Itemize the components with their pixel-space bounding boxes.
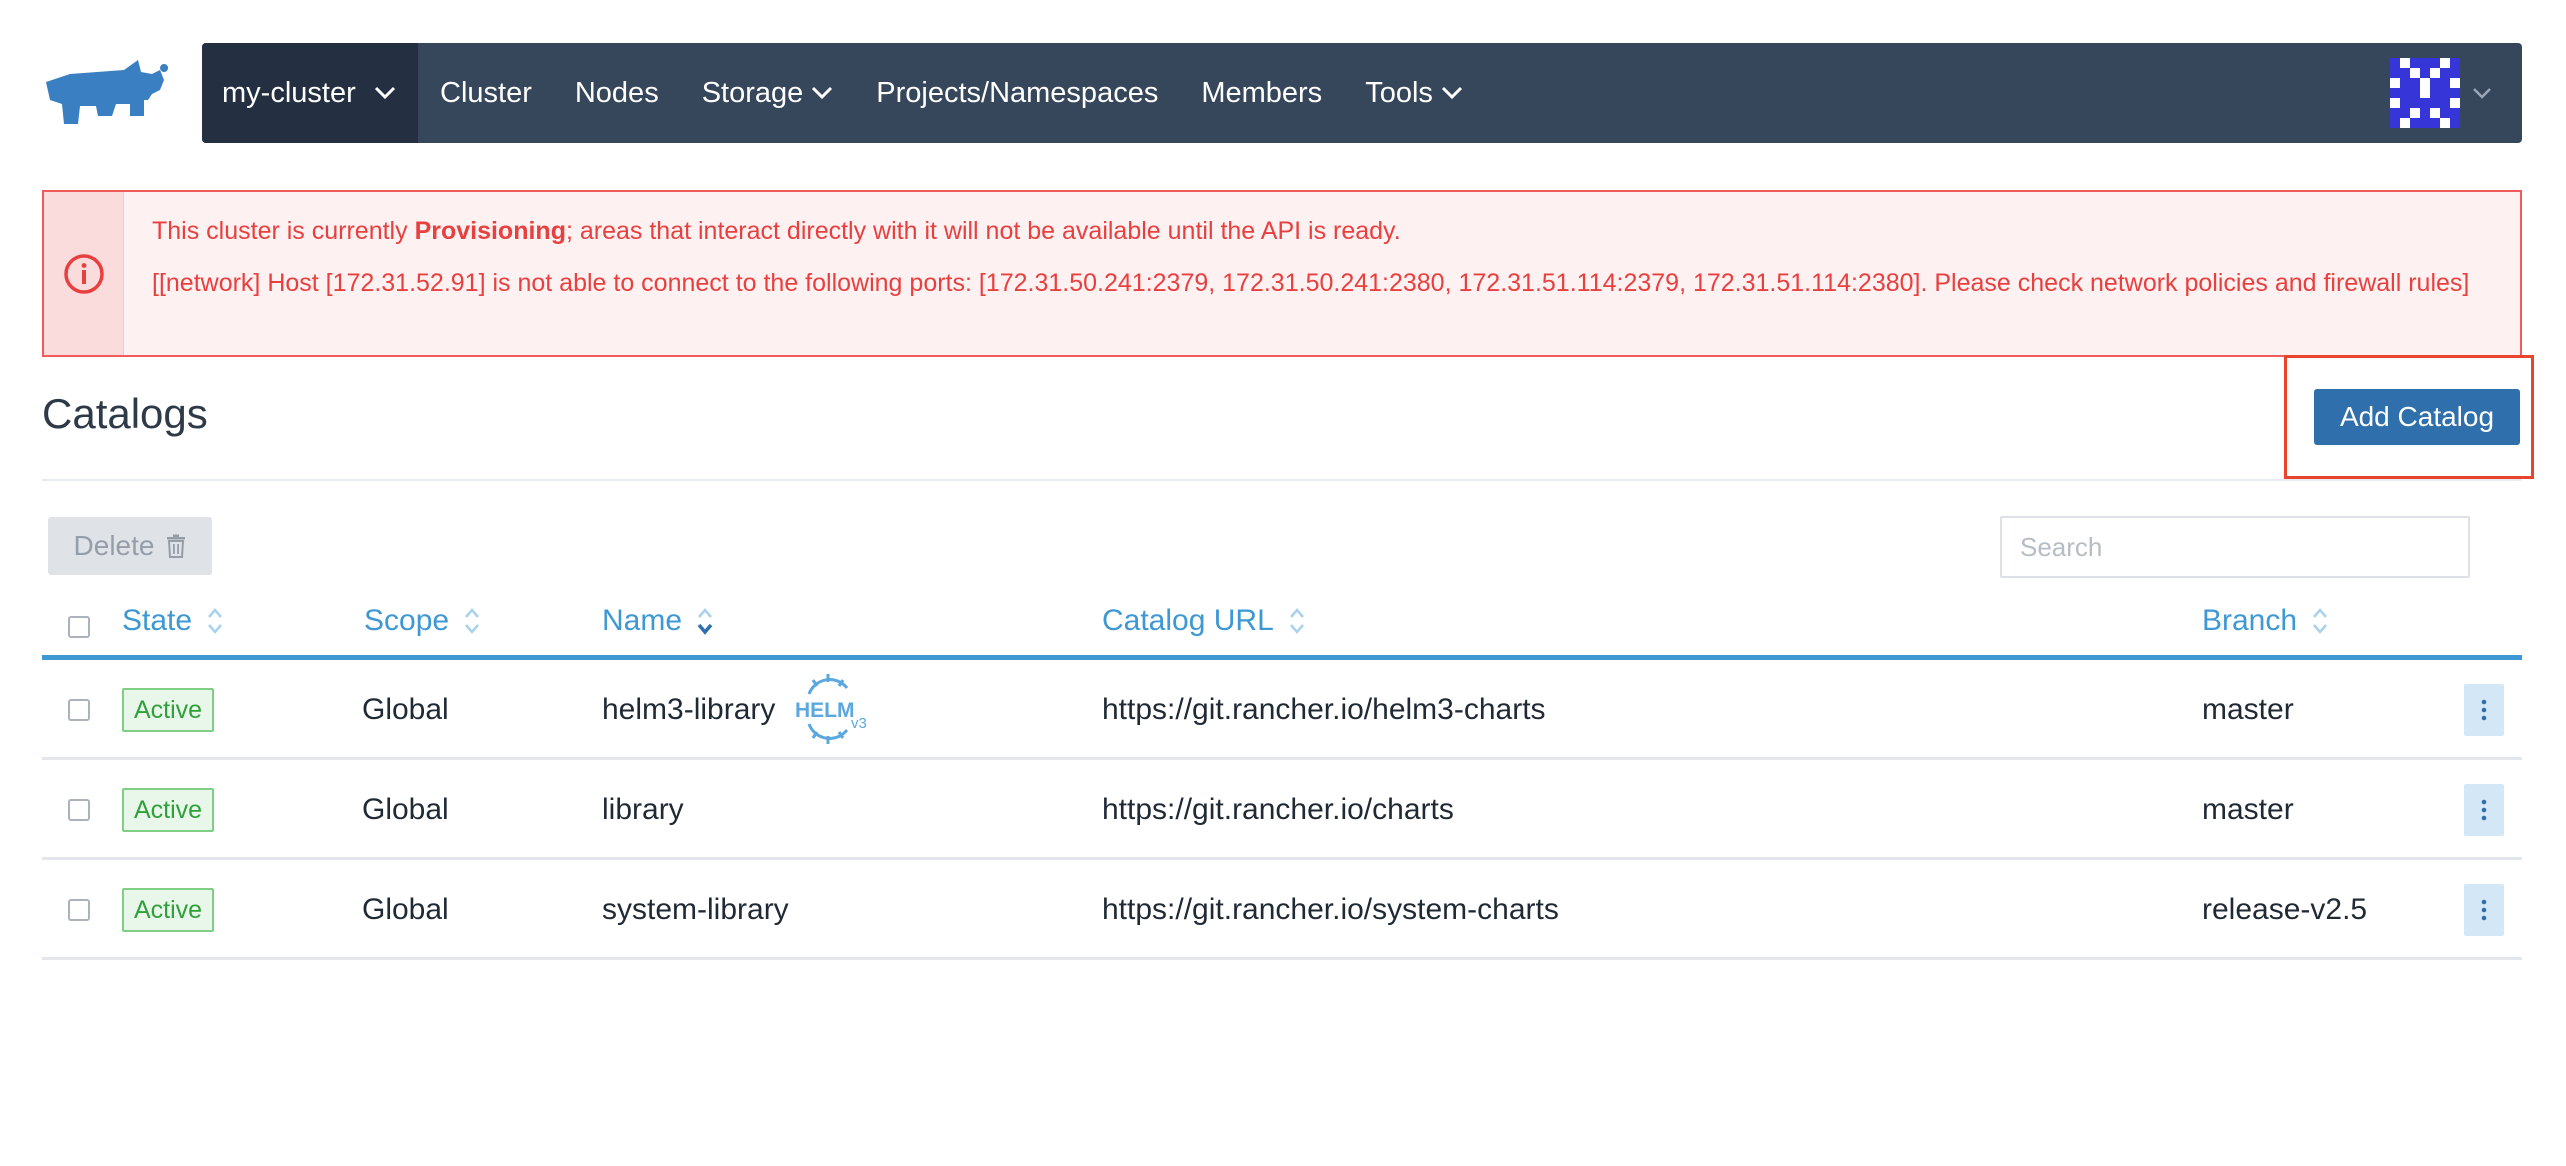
branch-cell: master (2202, 693, 2294, 726)
catalog-url-cell: https://git.rancher.io/system-charts (1102, 893, 1559, 926)
sort-icon (1289, 608, 1304, 634)
sort-icon (465, 608, 480, 634)
helm-version-text: v3 (851, 715, 867, 732)
kebab-menu-icon (2481, 699, 2487, 721)
nav-menu: Cluster Nodes Storage Projects/Namespace… (418, 43, 1506, 143)
alert-status-state: Provisioning (414, 217, 566, 245)
state-cell: Active (122, 860, 215, 960)
branch-cell: release-v2.5 (2202, 893, 2368, 926)
chevron-down-icon (2473, 88, 2491, 99)
row-checkbox[interactable] (68, 699, 90, 721)
scope-cell: Global (362, 893, 449, 926)
delete-button-label: Delete (73, 530, 155, 561)
kebab-menu-icon (2481, 799, 2487, 821)
row-checkbox[interactable] (68, 799, 90, 821)
info-circle-icon (63, 253, 104, 294)
column-header-label: Branch (2202, 604, 2298, 637)
catalog-name: library (602, 793, 684, 826)
page-title: Catalogs (42, 390, 208, 437)
sort-icon (2313, 608, 2328, 634)
alert-network-error: [[network] Host [172.31.52.91] is not ab… (152, 269, 2470, 297)
user-avatar-icon (2390, 58, 2460, 128)
row-checkbox-cell (68, 660, 90, 760)
catalog-url-cell: https://git.rancher.io/charts (1102, 793, 1454, 826)
nav-item-tools[interactable]: Tools (1365, 77, 1463, 110)
column-header-branch[interactable]: Branch (2202, 604, 2329, 638)
scope-cell: Global (362, 793, 449, 826)
top-navbar: my-cluster Cluster Nodes Storage Project… (202, 43, 2522, 143)
nav-item-nodes[interactable]: Nodes (575, 77, 659, 110)
helm-logo-icon: HELM v3 (795, 674, 867, 744)
nav-item-label: Members (1201, 76, 1323, 109)
cluster-name: my-cluster (222, 76, 356, 109)
sort-icon (208, 608, 223, 634)
alert-status-line: This cluster is currently Provisioning; … (152, 210, 2469, 254)
column-header-catalog-url[interactable]: Catalog URL (1102, 604, 1306, 638)
column-header-label: State (122, 604, 193, 637)
name-cell: system-library (602, 860, 789, 960)
table-row: Active Global library https://git.ranche… (42, 760, 2522, 860)
catalog-url-cell: https://git.rancher.io/helm3-charts (1102, 693, 1546, 726)
nav-item-projects-namespaces[interactable]: Projects/Namespaces (876, 77, 1158, 110)
divider (42, 479, 2522, 481)
column-header-label: Catalog URL (1102, 604, 1274, 637)
status-badge: Active (122, 888, 215, 932)
table-row: Active Global system-library https://git… (42, 860, 2522, 960)
sort-descending-icon (697, 608, 713, 635)
column-header-state[interactable]: State (122, 604, 224, 638)
state-cell: Active (122, 660, 215, 760)
row-checkbox-cell (68, 760, 90, 860)
row-checkbox-cell (68, 860, 90, 960)
name-cell: helm3-library HELM v3 (602, 660, 875, 760)
alert-status-suffix: ; areas that interact directly with it w… (565, 217, 1401, 245)
nav-item-cluster[interactable]: Cluster (440, 77, 532, 110)
state-cell: Active (122, 760, 215, 860)
nav-item-label: Cluster (440, 76, 532, 109)
kebab-menu-icon (2481, 899, 2487, 921)
table-header: State Scope Name Catalog URL Branch (42, 594, 2522, 660)
column-header-name[interactable]: Name (602, 604, 714, 638)
alert-message: This cluster is currently Provisioning; … (124, 192, 2495, 355)
alert-icon-column (44, 192, 124, 355)
column-header-scope[interactable]: Scope (364, 604, 481, 638)
scope-cell: Global (362, 693, 449, 726)
catalogs-table: State Scope Name Catalog URL Branch Acti… (42, 594, 2522, 960)
rancher-logo-icon[interactable] (40, 60, 180, 128)
nav-item-label: Storage (701, 76, 804, 109)
helm-logo-text: HELM (795, 699, 855, 722)
chevron-down-icon (374, 86, 395, 100)
delete-button[interactable]: Delete (48, 517, 212, 575)
alert-status-prefix: This cluster is currently (152, 217, 415, 245)
nav-item-label: Tools (1365, 76, 1433, 109)
chevron-down-icon (1441, 86, 1462, 100)
column-header-label: Scope (364, 604, 450, 637)
row-checkbox[interactable] (68, 899, 90, 921)
select-all-checkbox[interactable] (68, 616, 90, 638)
add-catalog-button[interactable]: Add Catalog (2314, 389, 2520, 445)
cluster-switcher[interactable]: my-cluster (202, 43, 418, 143)
chevron-down-icon (812, 86, 833, 100)
nav-item-storage[interactable]: Storage (702, 77, 834, 110)
row-actions-button[interactable] (2464, 784, 2504, 836)
row-actions-button[interactable] (2464, 884, 2504, 936)
trash-icon (167, 534, 186, 558)
status-badge: Active (122, 688, 215, 732)
user-menu[interactable] (2390, 43, 2522, 143)
column-header-label: Name (602, 604, 683, 637)
search-input[interactable] (2000, 516, 2470, 578)
row-actions-button[interactable] (2464, 684, 2504, 736)
provisioning-alert: This cluster is currently Provisioning; … (42, 190, 2522, 357)
catalog-name: helm3-library (602, 693, 776, 726)
status-badge: Active (122, 788, 215, 832)
nav-item-members[interactable]: Members (1201, 77, 1322, 110)
nav-item-label: Nodes (574, 76, 659, 109)
nav-item-label: Projects/Namespaces (876, 76, 1159, 109)
branch-cell: master (2202, 793, 2294, 826)
name-cell: library (602, 760, 684, 860)
table-row: Active Global helm3-library HELM v3 http… (42, 660, 2522, 760)
catalog-name: system-library (602, 893, 789, 926)
